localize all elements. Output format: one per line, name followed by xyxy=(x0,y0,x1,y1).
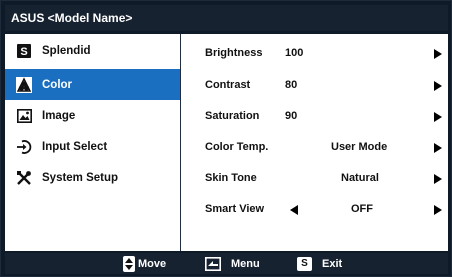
menu-key-icon xyxy=(205,256,221,271)
right-arrow-icon[interactable] xyxy=(434,205,442,215)
right-arrow-icon[interactable] xyxy=(434,81,442,91)
setting-row-contrast[interactable]: Contrast 80 xyxy=(181,70,448,101)
splendid-s-icon: S xyxy=(16,43,32,59)
setting-row-skin-tone[interactable]: Skin Tone Natural xyxy=(181,163,448,194)
menu-item-label: System Setup xyxy=(42,171,119,184)
setting-row-saturation[interactable]: Saturation 90 xyxy=(181,101,448,132)
setting-row-color-temp[interactable]: Color Temp. User Mode xyxy=(181,132,448,163)
menu-item-label: Image xyxy=(42,109,76,122)
menu-item-color[interactable]: Color xyxy=(5,69,180,100)
color-palette-icon xyxy=(16,76,32,93)
menu-item-label: Input Select xyxy=(42,140,108,153)
up-down-icon xyxy=(123,255,135,272)
osd-frame: ASUS <Model Name> S Splendid Color Image xyxy=(0,0,452,277)
image-icon xyxy=(16,108,32,124)
model-title: ASUS <Model Name> xyxy=(11,11,133,25)
menu-item-splendid[interactable]: S Splendid xyxy=(5,35,180,66)
hint-exit: S Exit xyxy=(297,253,342,274)
title-bar: ASUS <Model Name> xyxy=(5,5,448,31)
left-arrow-icon[interactable] xyxy=(290,205,298,215)
setting-value: 80 xyxy=(285,79,298,91)
menu-item-label: Splendid xyxy=(42,44,91,57)
setting-label: Saturation xyxy=(205,110,260,122)
setting-label: Contrast xyxy=(205,79,251,91)
right-arrow-icon[interactable] xyxy=(434,174,442,184)
setting-label: Brightness xyxy=(205,47,263,59)
setting-value: OFF xyxy=(351,203,373,215)
right-arrow-icon[interactable] xyxy=(434,49,442,59)
svg-text:S: S xyxy=(20,46,27,58)
menu-item-label: Color xyxy=(42,78,73,91)
hint-move-label: Move xyxy=(138,257,167,270)
color-settings-panel: Brightness 100 Contrast 80 Saturation 90… xyxy=(181,34,448,251)
menu-item-input-select[interactable]: Input Select xyxy=(5,131,180,162)
osd-body: S Splendid Color Image Input Select Syst… xyxy=(5,34,448,251)
menu-item-system-setup[interactable]: System Setup xyxy=(5,162,180,193)
hint-menu-label: Menu xyxy=(231,257,260,270)
splendid-exit-icon: S xyxy=(297,256,312,271)
setting-value: User Mode xyxy=(331,141,388,153)
setting-label: Color Temp. xyxy=(205,141,269,153)
setting-value: 100 xyxy=(285,47,304,59)
key-hint-bar: Move Menu S Exit xyxy=(5,253,448,274)
menu-item-image[interactable]: Image xyxy=(5,100,180,131)
main-menu: S Splendid Color Image Input Select Syst… xyxy=(5,34,181,251)
setting-label: Skin Tone xyxy=(205,172,257,184)
hint-exit-label: Exit xyxy=(322,257,343,270)
hint-menu: Menu xyxy=(205,253,260,274)
right-arrow-icon[interactable] xyxy=(434,143,442,153)
setting-label: Smart View xyxy=(205,203,265,215)
hint-move: Move xyxy=(123,253,166,274)
input-select-icon xyxy=(16,139,32,155)
setting-row-brightness[interactable]: Brightness 100 xyxy=(181,38,448,69)
setting-value: 90 xyxy=(285,110,298,122)
setting-row-smart-view[interactable]: Smart View OFF xyxy=(181,194,448,225)
tools-icon xyxy=(16,170,32,186)
right-arrow-icon[interactable] xyxy=(434,112,442,122)
setting-value: Natural xyxy=(341,172,379,184)
